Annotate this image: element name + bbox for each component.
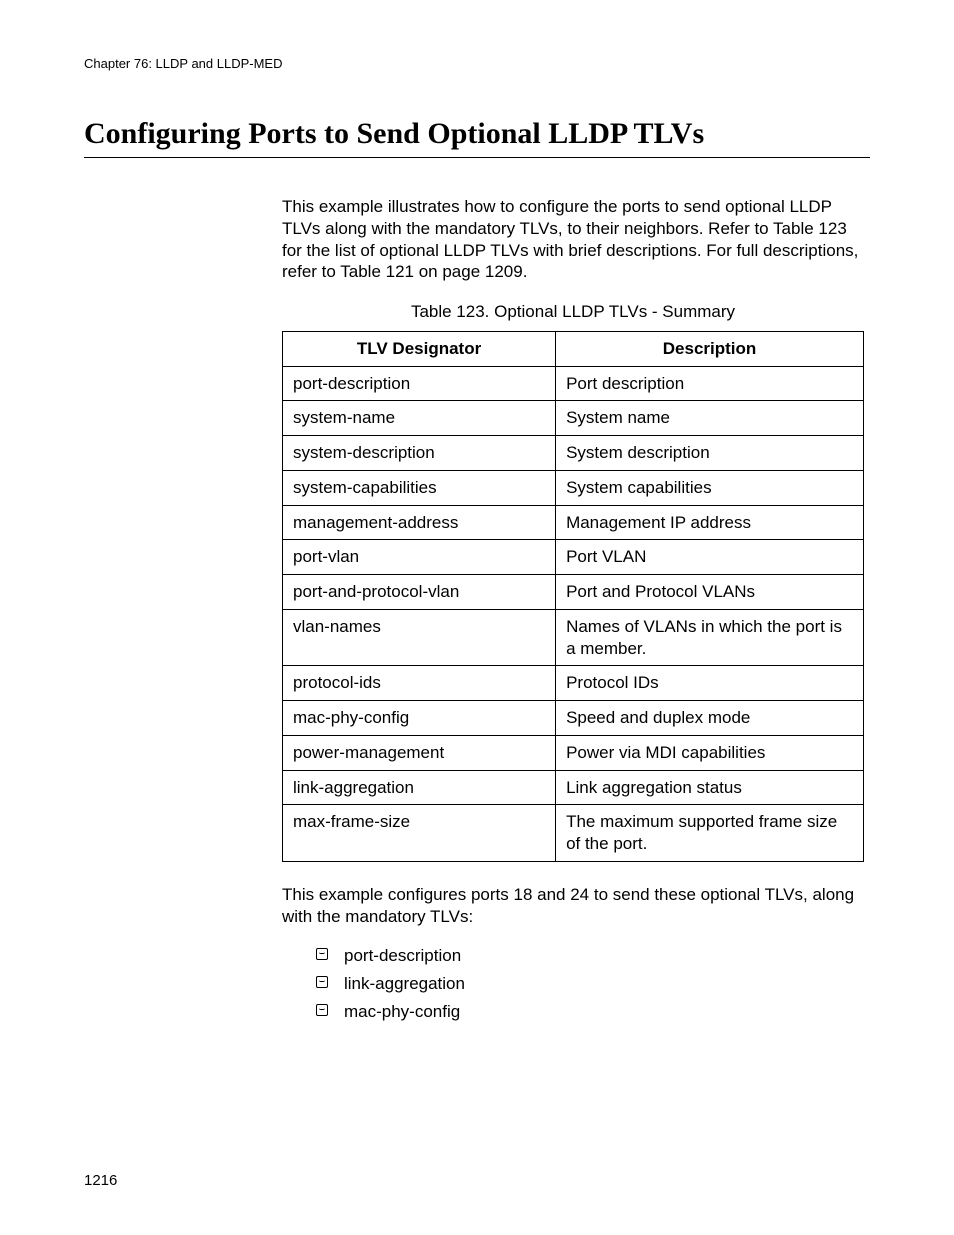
td-designator: port-description xyxy=(283,366,556,401)
list-item-label: link-aggregation xyxy=(344,974,465,993)
td-designator: protocol-ids xyxy=(283,666,556,701)
page: Chapter 76: LLDP and LLDP-MED Configurin… xyxy=(0,0,954,1235)
table-header-row: TLV Designator Description xyxy=(283,331,864,366)
table-row: system-nameSystem name xyxy=(283,401,864,436)
td-description: Port and Protocol VLANs xyxy=(556,575,864,610)
td-designator: max-frame-size xyxy=(283,805,556,862)
table-row: port-descriptionPort description xyxy=(283,366,864,401)
td-description: Power via MDI capabilities xyxy=(556,735,864,770)
td-description: The maximum supported frame size of the … xyxy=(556,805,864,862)
table-row: power-managementPower via MDI capabiliti… xyxy=(283,735,864,770)
td-designator: vlan-names xyxy=(283,609,556,666)
list-item-label: mac-phy-config xyxy=(344,1002,460,1021)
td-description: Names of VLANs in which the port is a me… xyxy=(556,609,864,666)
table-row: management-addressManagement IP address xyxy=(283,505,864,540)
td-description: System capabilities xyxy=(556,470,864,505)
list-item: mac-phy-config xyxy=(316,1001,864,1023)
table-row: protocol-idsProtocol IDs xyxy=(283,666,864,701)
bullet-list: port-description link-aggregation mac-phy-… xyxy=(316,945,864,1022)
td-description: System description xyxy=(556,436,864,471)
table-row: mac-phy-configSpeed and duplex mode xyxy=(283,701,864,736)
td-designator: link-aggregation xyxy=(283,770,556,805)
tlv-table: TLV Designator Description port-descript… xyxy=(282,331,864,862)
bullet-icon xyxy=(316,1004,328,1016)
table-row: port-vlanPort VLAN xyxy=(283,540,864,575)
table-row: port-and-protocol-vlanPort and Protocol … xyxy=(283,575,864,610)
td-designator: mac-phy-config xyxy=(283,701,556,736)
td-description: Speed and duplex mode xyxy=(556,701,864,736)
bullet-icon xyxy=(316,976,328,988)
td-designator: system-description xyxy=(283,436,556,471)
table-caption: Table 123. Optional LLDP TLVs - Summary xyxy=(282,301,864,323)
td-designator: management-address xyxy=(283,505,556,540)
bullet-icon xyxy=(316,948,328,960)
list-item: port-description xyxy=(316,945,864,967)
th-description: Description xyxy=(556,331,864,366)
th-designator: TLV Designator xyxy=(283,331,556,366)
td-description: Port description xyxy=(556,366,864,401)
section-title: Configuring Ports to Send Optional LLDP … xyxy=(84,117,870,151)
td-description: System name xyxy=(556,401,864,436)
page-number: 1216 xyxy=(84,1172,117,1189)
td-designator: power-management xyxy=(283,735,556,770)
running-head: Chapter 76: LLDP and LLDP-MED xyxy=(84,56,870,71)
intro-paragraph: This example illustrates how to configur… xyxy=(282,196,864,283)
table-row: system-capabilitiesSystem capabilities xyxy=(283,470,864,505)
table-row: link-aggregationLink aggregation status xyxy=(283,770,864,805)
td-designator: system-name xyxy=(283,401,556,436)
example-intro: This example configures ports 18 and 24 … xyxy=(282,884,864,928)
td-designator: port-and-protocol-vlan xyxy=(283,575,556,610)
table-row: vlan-namesNames of VLANs in which the po… xyxy=(283,609,864,666)
td-description: Port VLAN xyxy=(556,540,864,575)
td-description: Management IP address xyxy=(556,505,864,540)
td-description: Protocol IDs xyxy=(556,666,864,701)
list-item: link-aggregation xyxy=(316,973,864,995)
td-designator: system-capabilities xyxy=(283,470,556,505)
title-rule xyxy=(84,157,870,158)
body-column: This example illustrates how to configur… xyxy=(282,196,864,1023)
list-item-label: port-description xyxy=(344,946,461,965)
table-row: system-descriptionSystem description xyxy=(283,436,864,471)
td-designator: port-vlan xyxy=(283,540,556,575)
table-row: max-frame-sizeThe maximum supported fram… xyxy=(283,805,864,862)
td-description: Link aggregation status xyxy=(556,770,864,805)
